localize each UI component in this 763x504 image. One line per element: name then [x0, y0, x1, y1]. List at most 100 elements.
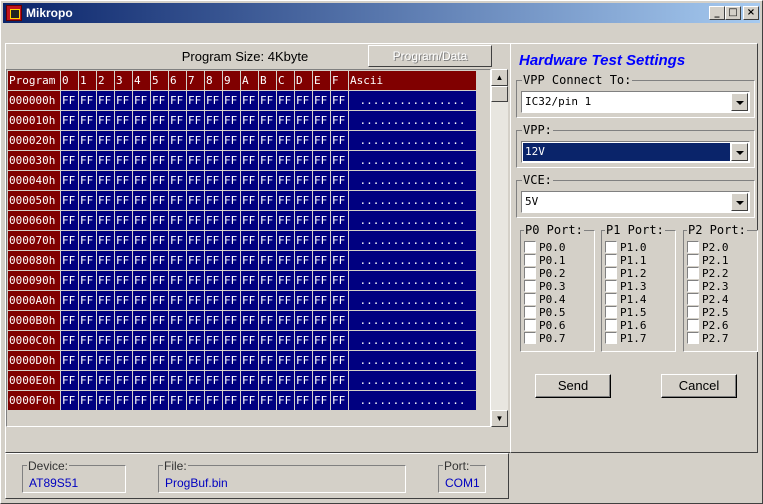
- byte-cell[interactable]: FF: [79, 231, 96, 250]
- byte-cell[interactable]: FF: [205, 171, 222, 190]
- byte-cell[interactable]: FF: [151, 391, 168, 410]
- byte-cell[interactable]: FF: [97, 191, 114, 210]
- byte-cell[interactable]: FF: [169, 131, 186, 150]
- byte-cell[interactable]: FF: [295, 311, 312, 330]
- checkbox-icon[interactable]: [524, 319, 536, 331]
- byte-cell[interactable]: FF: [259, 351, 276, 370]
- byte-cell[interactable]: FF: [313, 171, 330, 190]
- pin-checkbox[interactable]: P2.1: [687, 254, 729, 267]
- byte-cell[interactable]: FF: [313, 271, 330, 290]
- checkbox-icon[interactable]: [524, 293, 536, 305]
- byte-cell[interactable]: FF: [187, 91, 204, 110]
- byte-cell[interactable]: FF: [133, 291, 150, 310]
- byte-cell[interactable]: FF: [169, 91, 186, 110]
- checkbox-icon[interactable]: [687, 332, 699, 344]
- checkbox-icon[interactable]: [605, 306, 617, 318]
- byte-cell[interactable]: FF: [115, 271, 132, 290]
- byte-cell[interactable]: FF: [169, 171, 186, 190]
- byte-cell[interactable]: FF: [295, 231, 312, 250]
- byte-cell[interactable]: FF: [295, 251, 312, 270]
- byte-cell[interactable]: FF: [79, 131, 96, 150]
- byte-cell[interactable]: FF: [313, 371, 330, 390]
- byte-cell[interactable]: FF: [187, 371, 204, 390]
- byte-cell[interactable]: FF: [151, 151, 168, 170]
- byte-cell[interactable]: FF: [133, 351, 150, 370]
- byte-cell[interactable]: FF: [61, 371, 78, 390]
- checkbox-icon[interactable]: [687, 241, 699, 253]
- cancel-button[interactable]: Cancel: [661, 374, 737, 398]
- byte-cell[interactable]: FF: [133, 151, 150, 170]
- checkbox-icon[interactable]: [687, 293, 699, 305]
- byte-cell[interactable]: FF: [169, 351, 186, 370]
- byte-cell[interactable]: FF: [151, 171, 168, 190]
- byte-cell[interactable]: FF: [151, 191, 168, 210]
- byte-cell[interactable]: FF: [205, 271, 222, 290]
- byte-cell[interactable]: FF: [223, 291, 240, 310]
- byte-cell[interactable]: FF: [295, 271, 312, 290]
- byte-cell[interactable]: FF: [187, 111, 204, 130]
- byte-cell[interactable]: FF: [97, 371, 114, 390]
- pin-checkbox[interactable]: P0.1: [524, 254, 566, 267]
- byte-cell[interactable]: FF: [79, 371, 96, 390]
- byte-cell[interactable]: FF: [187, 391, 204, 410]
- byte-cell[interactable]: FF: [169, 231, 186, 250]
- byte-cell[interactable]: FF: [79, 271, 96, 290]
- scroll-up-icon[interactable]: ▲: [491, 69, 508, 86]
- vce-select[interactable]: 5V: [521, 191, 750, 213]
- byte-cell[interactable]: FF: [187, 351, 204, 370]
- byte-cell[interactable]: FF: [133, 131, 150, 150]
- byte-cell[interactable]: FF: [277, 91, 294, 110]
- byte-cell[interactable]: FF: [151, 131, 168, 150]
- byte-cell[interactable]: FF: [313, 111, 330, 130]
- ascii-cell[interactable]: ................: [349, 111, 476, 130]
- byte-cell[interactable]: FF: [61, 131, 78, 150]
- byte-cell[interactable]: FF: [259, 311, 276, 330]
- ascii-cell[interactable]: ................: [349, 191, 476, 210]
- ascii-cell[interactable]: ................: [349, 331, 476, 350]
- program-data-button[interactable]: Program/Data: [368, 45, 492, 67]
- byte-cell[interactable]: FF: [313, 151, 330, 170]
- byte-cell[interactable]: FF: [223, 211, 240, 230]
- byte-cell[interactable]: FF: [115, 151, 132, 170]
- byte-cell[interactable]: FF: [313, 231, 330, 250]
- byte-cell[interactable]: FF: [169, 271, 186, 290]
- checkbox-icon[interactable]: [605, 332, 617, 344]
- byte-cell[interactable]: FF: [295, 391, 312, 410]
- byte-cell[interactable]: FF: [331, 131, 348, 150]
- ascii-cell[interactable]: ................: [349, 351, 476, 370]
- byte-cell[interactable]: FF: [223, 111, 240, 130]
- byte-cell[interactable]: FF: [97, 331, 114, 350]
- byte-cell[interactable]: FF: [241, 311, 258, 330]
- byte-cell[interactable]: FF: [313, 291, 330, 310]
- byte-cell[interactable]: FF: [241, 371, 258, 390]
- byte-cell[interactable]: FF: [133, 371, 150, 390]
- checkbox-icon[interactable]: [605, 319, 617, 331]
- byte-cell[interactable]: FF: [133, 231, 150, 250]
- byte-cell[interactable]: FF: [169, 331, 186, 350]
- byte-cell[interactable]: FF: [187, 171, 204, 190]
- pin-checkbox[interactable]: P0.4: [524, 293, 566, 306]
- ascii-cell[interactable]: ................: [349, 171, 476, 190]
- byte-cell[interactable]: FF: [187, 231, 204, 250]
- byte-cell[interactable]: FF: [115, 291, 132, 310]
- byte-cell[interactable]: FF: [241, 271, 258, 290]
- minimize-icon[interactable]: _: [709, 6, 725, 20]
- byte-cell[interactable]: FF: [277, 171, 294, 190]
- byte-cell[interactable]: FF: [241, 91, 258, 110]
- byte-cell[interactable]: FF: [169, 371, 186, 390]
- byte-cell[interactable]: FF: [223, 151, 240, 170]
- byte-cell[interactable]: FF: [277, 251, 294, 270]
- byte-cell[interactable]: FF: [115, 131, 132, 150]
- byte-cell[interactable]: FF: [259, 131, 276, 150]
- byte-cell[interactable]: FF: [79, 91, 96, 110]
- byte-cell[interactable]: FF: [313, 331, 330, 350]
- byte-cell[interactable]: FF: [223, 171, 240, 190]
- byte-cell[interactable]: FF: [151, 311, 168, 330]
- byte-cell[interactable]: FF: [295, 331, 312, 350]
- byte-cell[interactable]: FF: [61, 231, 78, 250]
- byte-cell[interactable]: FF: [259, 291, 276, 310]
- vertical-scrollbar[interactable]: ▲ ▼: [491, 69, 508, 427]
- byte-cell[interactable]: FF: [241, 151, 258, 170]
- ascii-cell[interactable]: ................: [349, 271, 476, 290]
- pin-checkbox[interactable]: P0.0: [524, 241, 566, 254]
